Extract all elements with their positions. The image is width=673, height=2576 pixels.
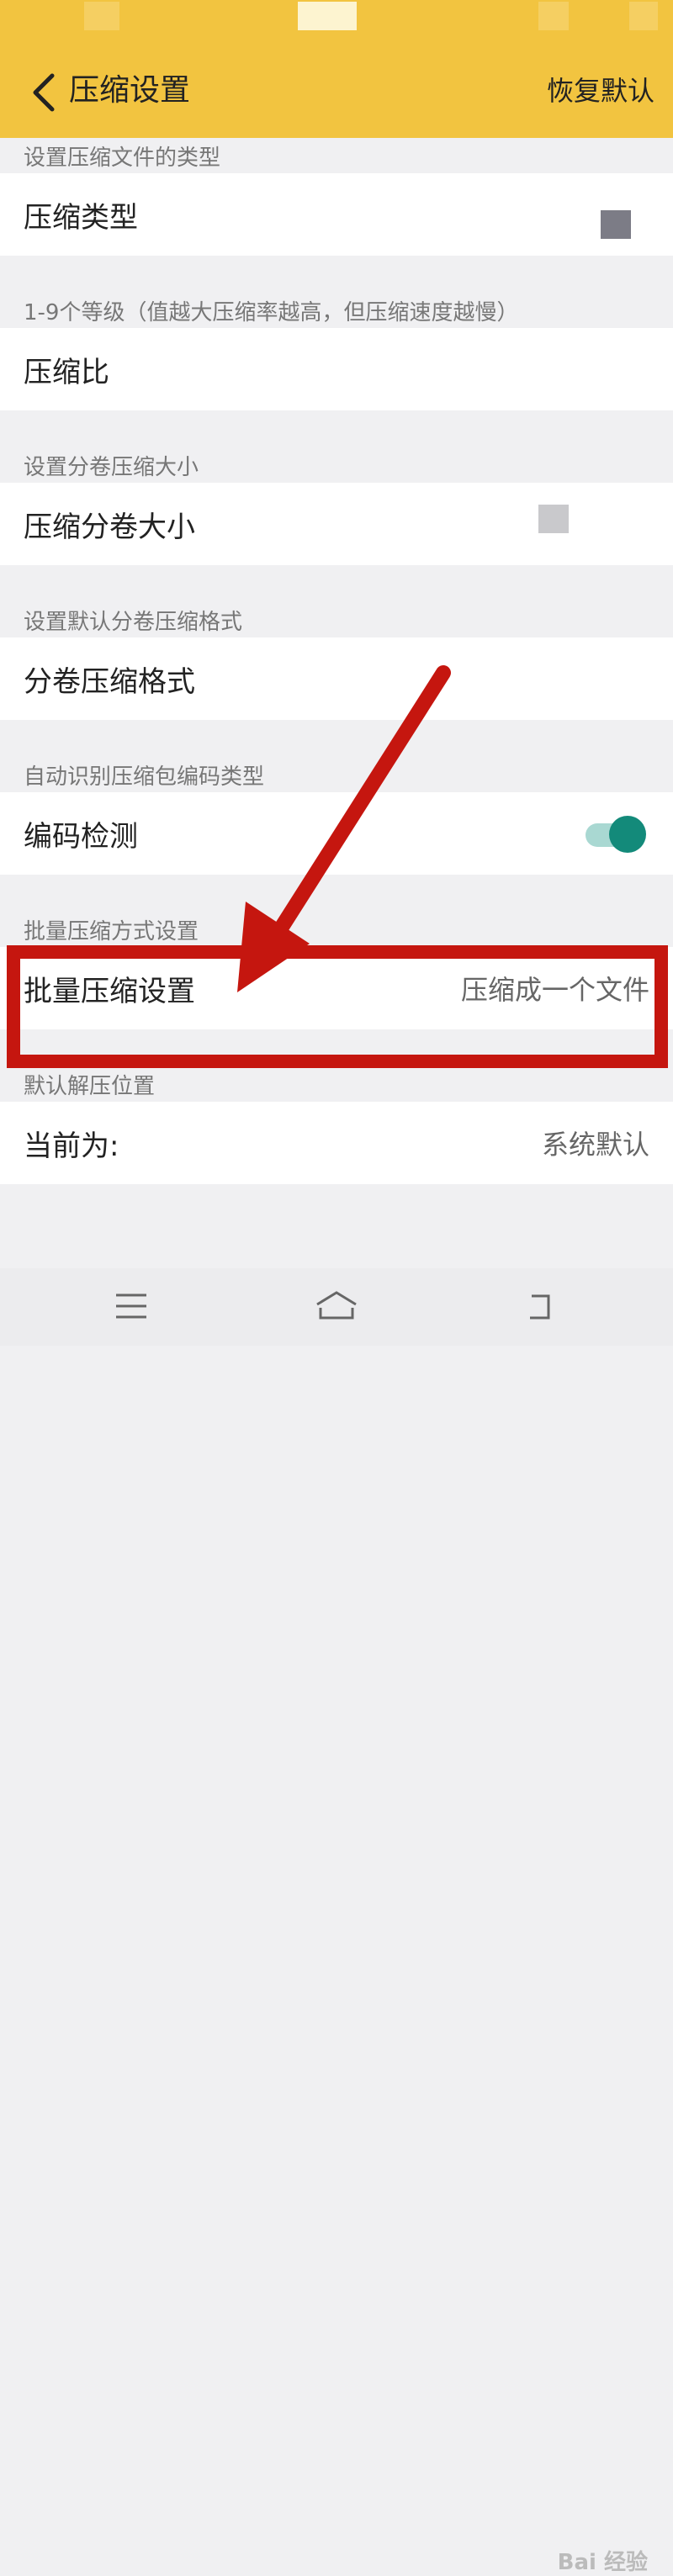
setting-row-batch-compress[interactable]: 批量压缩设置 压缩成一个文件 — [0, 947, 673, 1029]
restore-default-button[interactable]: 恢复默认 — [547, 66, 654, 116]
watermark: Bai 经验 — [557, 2550, 648, 2575]
setting-row-compress-ratio[interactable]: 压缩比 — [0, 328, 673, 410]
settings-list: 设置压缩文件的类型 压缩类型 1-9个等级（值越大压缩率越高，但压缩速度越慢） … — [0, 138, 673, 1184]
value-placeholder — [601, 210, 631, 239]
setting-row-encoding-detect[interactable]: 编码检测 — [0, 792, 673, 875]
section-header: 自动识别压缩包编码类型 — [24, 764, 265, 790]
setting-label: 压缩比 — [24, 355, 109, 389]
status-bar — [0, 0, 673, 42]
page-title: 压缩设置 — [69, 73, 191, 108]
back-button[interactable] — [22, 67, 64, 118]
status-blur — [629, 2, 658, 30]
setting-label: 分卷压缩格式 — [24, 664, 195, 699]
setting-label: 压缩类型 — [24, 200, 138, 235]
setting-row-volume-size[interactable]: 压缩分卷大小 — [0, 483, 673, 565]
home-button[interactable] — [311, 1285, 362, 1327]
encoding-detect-toggle[interactable] — [586, 816, 646, 853]
status-blur — [84, 2, 119, 30]
setting-label: 批量压缩设置 — [24, 974, 195, 1008]
setting-row-volume-format[interactable]: 分卷压缩格式 — [0, 637, 673, 720]
setting-value: 系统默认 — [541, 1129, 649, 1161]
setting-row-extract-location[interactable]: 当前为: 系统默认 — [0, 1102, 673, 1184]
back-nav-button[interactable] — [515, 1285, 565, 1327]
setting-label: 压缩分卷大小 — [24, 510, 195, 544]
return-icon — [530, 1294, 550, 1320]
section-header: 设置压缩文件的类型 — [24, 145, 221, 171]
menu-icon — [116, 1293, 146, 1319]
setting-row-compress-type[interactable]: 压缩类型 — [0, 173, 673, 256]
section-header: 默认解压位置 — [24, 1073, 156, 1099]
section-header: 批量压缩方式设置 — [24, 918, 199, 944]
menu-button[interactable] — [106, 1285, 156, 1327]
setting-label: 当前为: — [24, 1129, 119, 1163]
back-arrow-icon — [33, 73, 55, 112]
home-icon — [316, 1291, 357, 1320]
setting-value: 压缩成一个文件 — [460, 974, 649, 1006]
status-blur — [298, 2, 357, 30]
toggle-knob — [609, 816, 646, 853]
setting-label: 编码检测 — [24, 819, 138, 854]
section-header: 设置默认分卷压缩格式 — [24, 609, 243, 635]
bottom-nav-bar: Bai 经验 — [0, 1268, 673, 2575]
status-blur — [538, 2, 569, 30]
section-header: 设置分卷压缩大小 — [24, 454, 199, 480]
app-bar: 压缩设置 恢复默认 — [0, 42, 673, 138]
value-placeholder — [538, 505, 569, 533]
section-header: 1-9个等级（值越大压缩率越高，但压缩速度越慢） — [24, 299, 519, 325]
